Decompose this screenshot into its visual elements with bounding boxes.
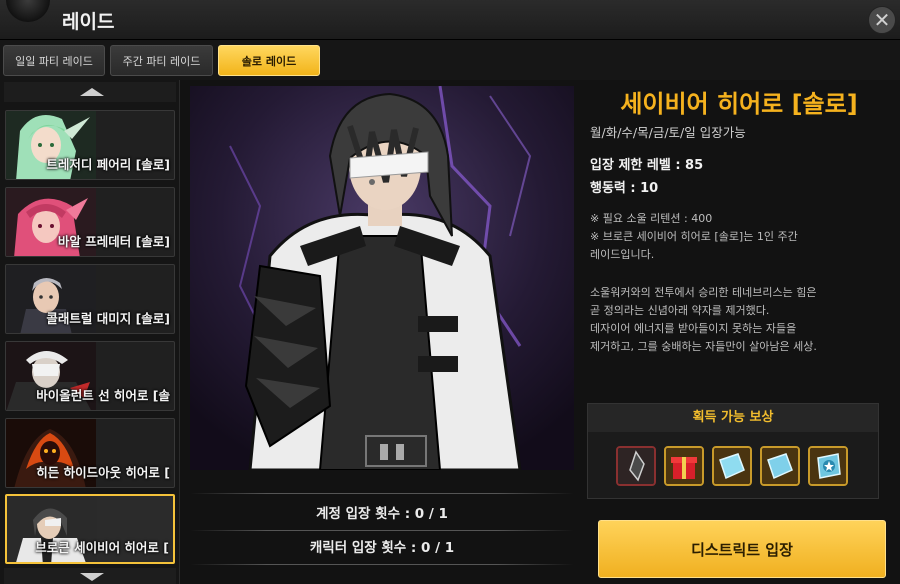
red-gift-box-icon bbox=[666, 448, 702, 484]
scroll-down-button[interactable] bbox=[4, 568, 176, 584]
note-line: 레이드입니다. bbox=[590, 248, 655, 261]
note-line: ※ 필요 소울 리텐션 : 400 bbox=[590, 212, 713, 225]
raid-item-baal-predator[interactable]: 바알 프레데터 [솔로] bbox=[5, 187, 175, 257]
dark-crystal-shard-icon bbox=[618, 448, 654, 484]
blue-crystal-ticket-icon bbox=[762, 448, 798, 484]
reward-slot-3[interactable] bbox=[712, 446, 752, 486]
lore-line: 소울워커와의 전투에서 승리한 테네브리스는 힘은 bbox=[590, 286, 817, 299]
arrow-down-icon bbox=[80, 573, 104, 581]
character-entry-count: 캐릭터 입장 횟수 : 0 / 1 bbox=[309, 540, 455, 556]
raid-item-label: 바이올런트 선 히어로 [솔 bbox=[36, 388, 170, 403]
raid-item-broken-savior-hero[interactable]: 브로큰 세이비어 히어로 [ bbox=[5, 494, 175, 564]
raid-tabs: 일일 파티 레이드 주간 파티 레이드 솔로 레이드 bbox=[0, 40, 900, 80]
lore-line: 데자이어 에너지를 받아들이지 못하는 자들을 bbox=[590, 322, 797, 335]
action-points: 행동력 : 10 bbox=[590, 181, 659, 196]
note-line: ※ 브로큰 세이비어 히어로 [솔로]는 1인 주간 bbox=[590, 230, 798, 243]
arrow-up-icon bbox=[80, 88, 104, 96]
reward-slot-4[interactable] bbox=[760, 446, 800, 486]
soulworker-emblem-icon bbox=[6, 0, 50, 22]
account-entry-count: 계정 입장 횟수 : 0 / 1 bbox=[316, 506, 448, 522]
raid-item-tragedy-fairy[interactable]: 트레저디 페어리 [솔로] bbox=[5, 110, 175, 180]
lore-line: 곧 정의라는 신념아래 약자를 제거했다. bbox=[590, 304, 770, 317]
close-icon: ✕ bbox=[873, 8, 891, 32]
raid-item-label: 히든 하이드아웃 히어로 [ bbox=[36, 465, 170, 480]
rewards-header: 획득 가능 보상 bbox=[588, 404, 878, 432]
scroll-up-button[interactable] bbox=[4, 82, 176, 102]
lore-line: 제거하고, 그를 숭배하는 자들만이 살아남은 세상. bbox=[590, 340, 817, 353]
title-bar: 레이드 ✕ bbox=[0, 0, 900, 40]
tab-weekly-party-raid[interactable]: 주간 파티 레이드 bbox=[110, 45, 213, 76]
star-medal-icon bbox=[810, 448, 846, 484]
raid-item-label: 트레저디 페어리 [솔로] bbox=[46, 157, 170, 172]
available-days: 월/화/수/목/금/토/일 입장가능 bbox=[590, 125, 746, 140]
raid-boss-artwork bbox=[190, 86, 574, 470]
reward-slot-1[interactable] bbox=[616, 446, 656, 486]
tab-daily-party-raid[interactable]: 일일 파티 레이드 bbox=[3, 45, 105, 76]
window-title: 레이드 bbox=[62, 11, 115, 33]
raid-item-hidden-hideout-hero[interactable]: 히든 하이드아웃 히어로 [ bbox=[5, 418, 175, 488]
raid-item-label: 콜래트럴 대미지 [솔로] bbox=[46, 311, 170, 326]
raid-item-collateral-damage[interactable]: 콜래트럴 대미지 [솔로] bbox=[5, 264, 175, 334]
raid-item-label: 브로큰 세이비어 히어로 [ bbox=[35, 540, 169, 555]
rewards-panel: 획득 가능 보상 bbox=[587, 403, 879, 499]
raid-item-violent-sun-hero[interactable]: 바이올런트 선 히어로 [솔 bbox=[5, 341, 175, 411]
entry-level-limit: 입장 제한 레벨 : 85 bbox=[590, 158, 704, 173]
raid-item-label: 바알 프레데터 [솔로] bbox=[57, 234, 170, 249]
raid-title: 세이비어 히어로 [솔로] bbox=[620, 90, 858, 118]
divider bbox=[190, 493, 574, 494]
divider bbox=[190, 564, 574, 565]
close-button[interactable]: ✕ bbox=[868, 6, 896, 34]
blue-crystal-ticket-icon bbox=[714, 448, 750, 484]
reward-slot-5[interactable] bbox=[808, 446, 848, 486]
broken-savior-hero-illustration bbox=[190, 86, 574, 470]
tab-solo-raid[interactable]: 솔로 레이드 bbox=[218, 45, 320, 76]
enter-district-button[interactable]: 디스트릭트 입장 bbox=[598, 520, 886, 578]
raid-list: 트레저디 페어리 [솔로] 바알 프레데터 [솔로] 콜래트럴 대미지 [솔로] bbox=[0, 80, 180, 584]
reward-slot-2[interactable] bbox=[664, 446, 704, 486]
